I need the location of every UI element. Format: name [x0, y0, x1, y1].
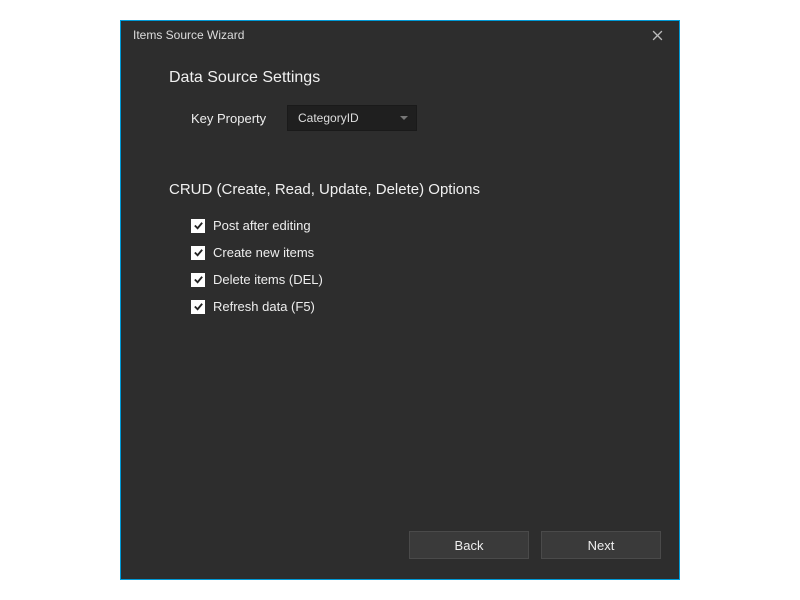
back-button-label: Back — [455, 538, 484, 553]
key-property-dropdown[interactable]: CategoryID — [287, 105, 417, 131]
checkbox-refresh-data[interactable]: Refresh data (F5) — [191, 299, 631, 314]
checkbox-create-new-items[interactable]: Create new items — [191, 245, 631, 260]
chevron-down-icon — [400, 116, 408, 120]
next-button-label: Next — [588, 538, 615, 553]
key-property-label: Key Property — [191, 111, 271, 126]
window-title: Items Source Wizard — [133, 28, 244, 42]
checkbox-label: Refresh data (F5) — [213, 299, 315, 314]
check-icon — [193, 220, 204, 231]
crud-options-heading: CRUD (Create, Read, Update, Delete) Opti… — [169, 181, 631, 198]
dialog-content: Data Source Settings Key Property Catego… — [121, 49, 679, 521]
check-icon — [193, 301, 204, 312]
titlebar: Items Source Wizard — [121, 21, 679, 49]
checkbox-box — [191, 219, 205, 233]
close-icon — [652, 30, 663, 41]
checkbox-box — [191, 273, 205, 287]
key-property-row: Key Property CategoryID — [191, 105, 631, 131]
next-button[interactable]: Next — [541, 531, 661, 559]
dialog-footer: Back Next — [121, 521, 679, 579]
close-button[interactable] — [643, 21, 671, 49]
key-property-value: CategoryID — [298, 111, 359, 125]
back-button[interactable]: Back — [409, 531, 529, 559]
data-source-settings-heading: Data Source Settings — [169, 69, 631, 87]
checkbox-label: Delete items (DEL) — [213, 272, 323, 287]
checkbox-post-after-editing[interactable]: Post after editing — [191, 218, 631, 233]
checkbox-label: Post after editing — [213, 218, 311, 233]
items-source-wizard-dialog: Items Source Wizard Data Source Settings… — [120, 20, 680, 580]
checkbox-box — [191, 300, 205, 314]
checkbox-box — [191, 246, 205, 260]
check-icon — [193, 247, 204, 258]
checkbox-delete-items[interactable]: Delete items (DEL) — [191, 272, 631, 287]
check-icon — [193, 274, 204, 285]
checkbox-label: Create new items — [213, 245, 314, 260]
crud-checkbox-group: Post after editing Create new items Dele… — [191, 218, 631, 314]
